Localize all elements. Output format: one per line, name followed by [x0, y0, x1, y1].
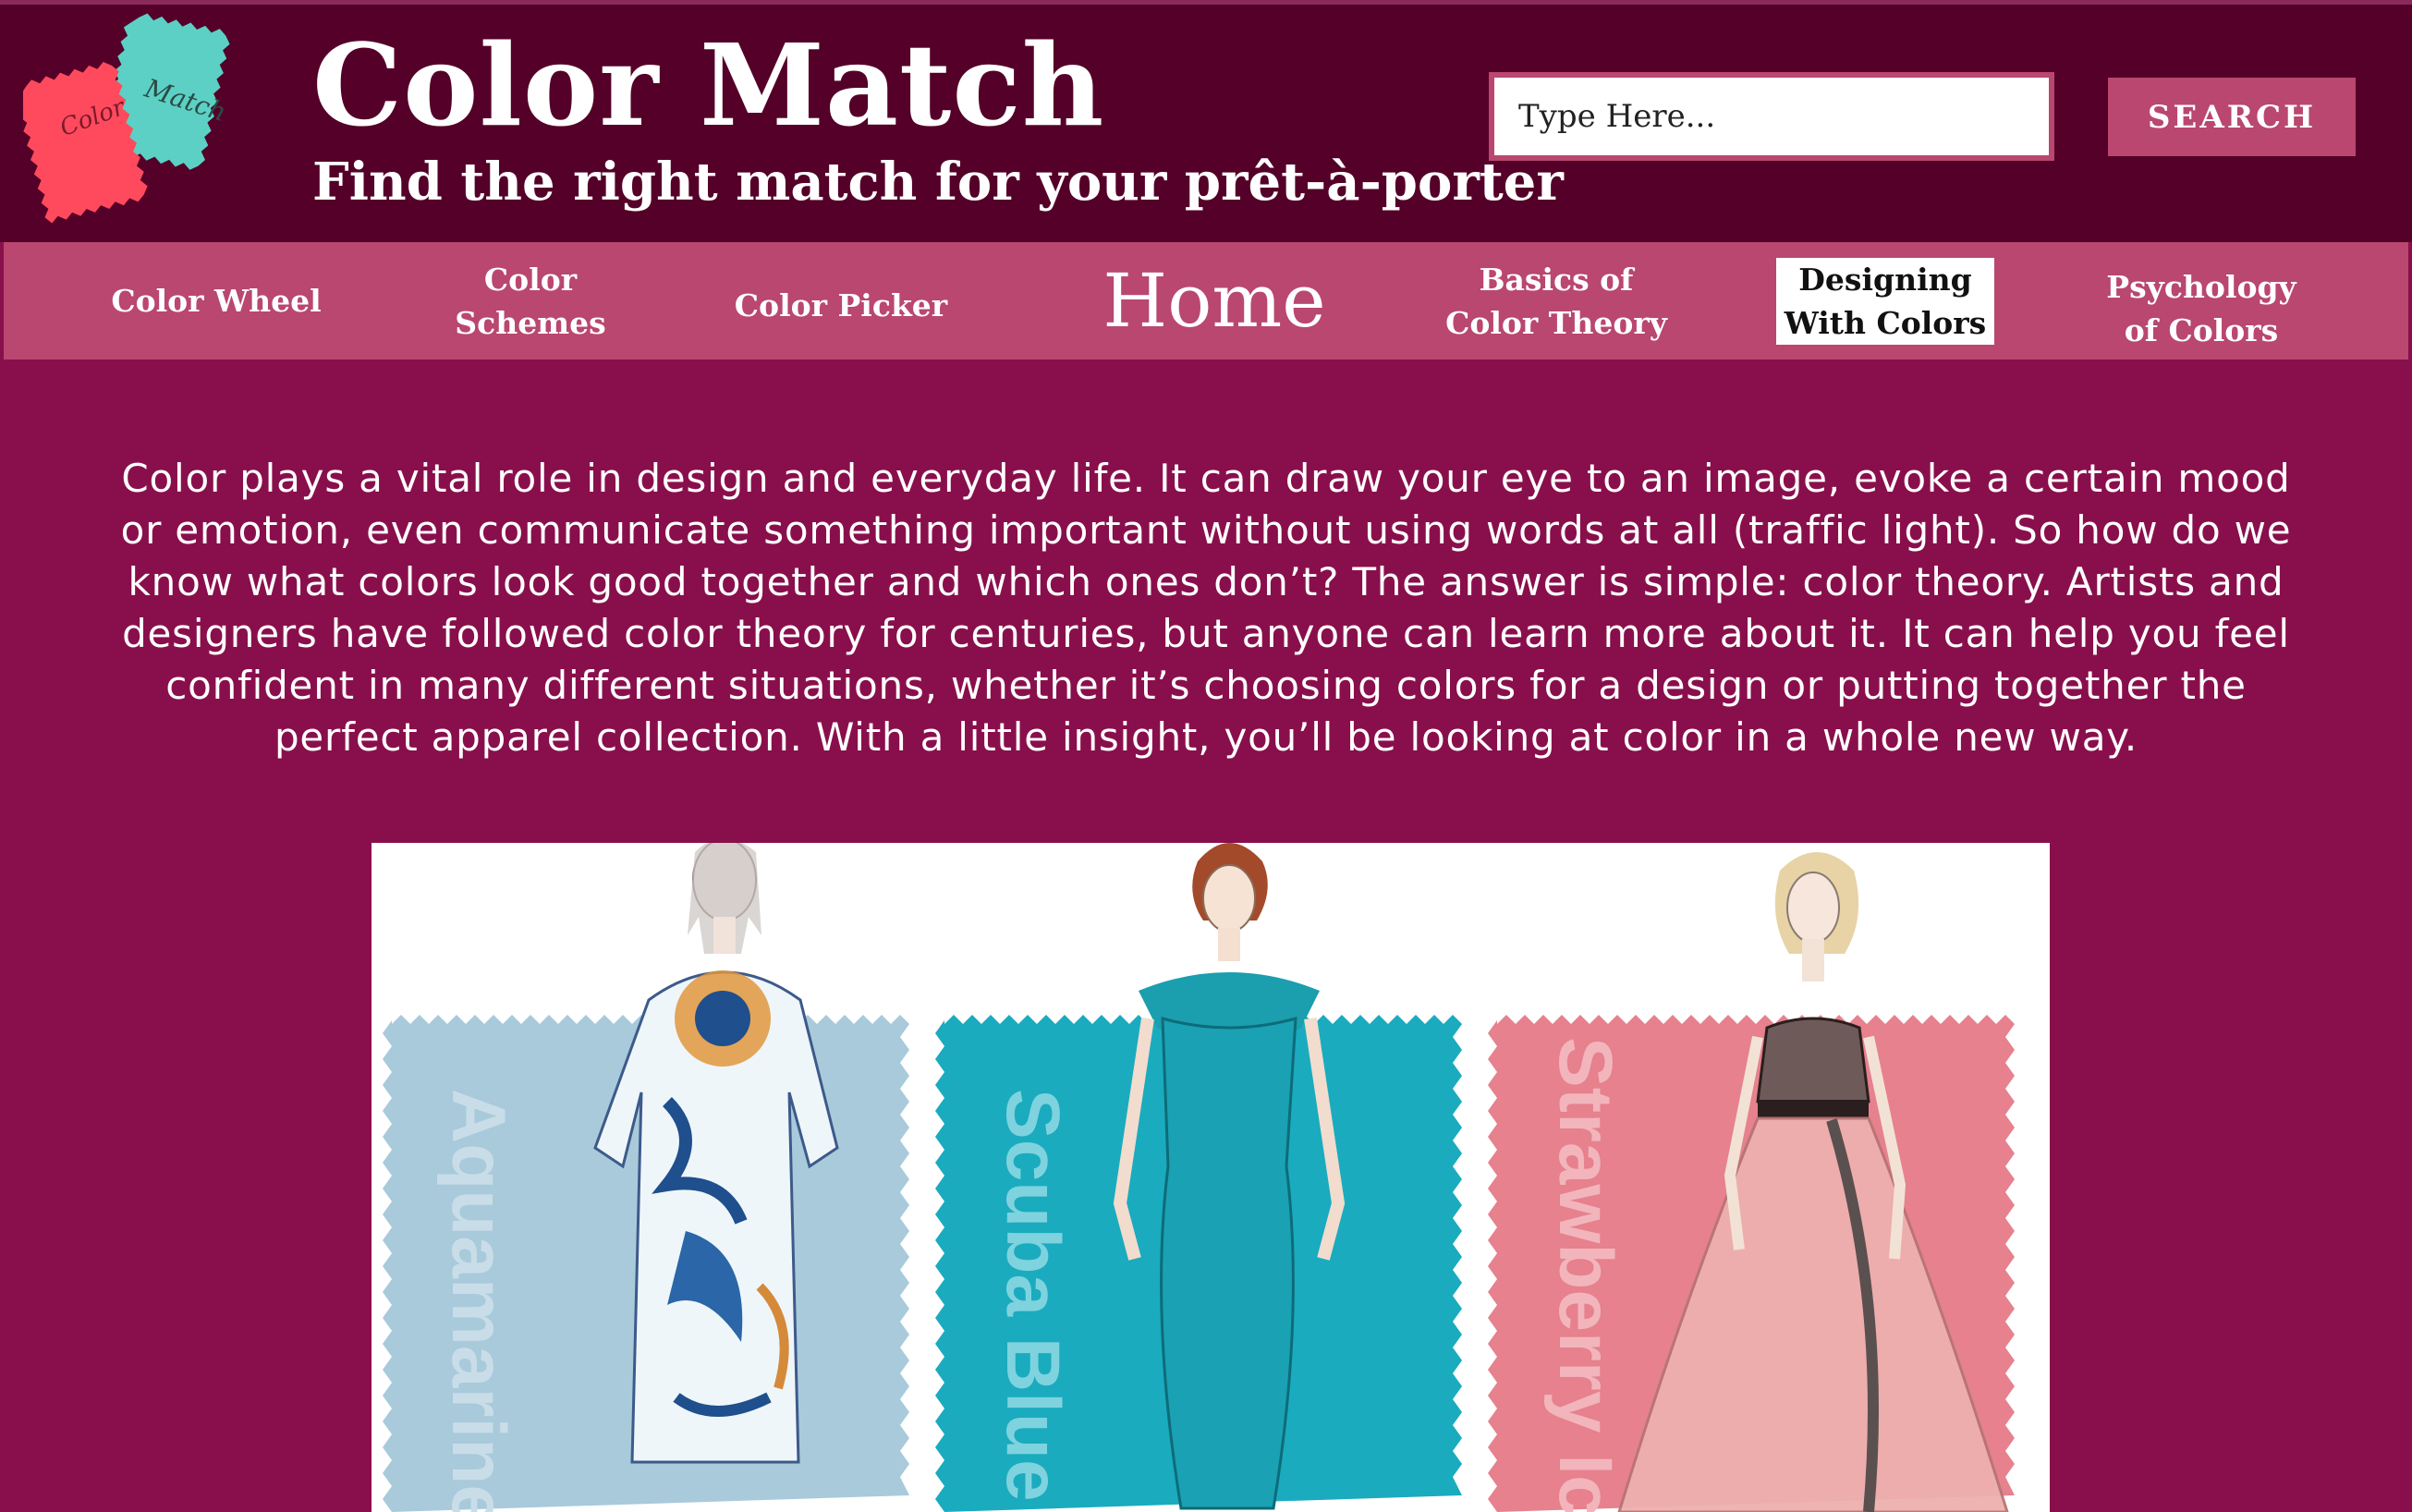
site-header: Color Match Color Match Find the right m…: [0, 0, 2412, 242]
nav-item-label: Home: [1102, 257, 1326, 344]
nav-item-color-picker[interactable]: Color Picker: [702, 242, 980, 360]
swatch-label-aquamarine: Aquamarine: [436, 1089, 520, 1512]
nav-item-label: Color Wheel: [111, 283, 322, 319]
nav-item-label: Basics of Color Theory: [1445, 261, 1667, 341]
search-input[interactable]: [1489, 72, 2054, 161]
site-title: Color Match: [312, 18, 1105, 152]
nav-item-psychology-of-colors[interactable]: Psychology of Colors: [2063, 242, 2340, 360]
nav-item-label: Color Picker: [734, 287, 948, 323]
search-button[interactable]: SEARCH: [2108, 78, 2356, 156]
main-nav: Color Wheel Color Schemes Color Picker H…: [4, 242, 2408, 360]
nav-item-label: Designing With Colors: [1775, 257, 1995, 345]
swatch-label-strawberry-ice: Strawberry Ice: [1543, 1037, 1627, 1512]
fashion-swatches-image: Aquamarine Scuba Blue Strawberry Ice: [372, 843, 2050, 1512]
nav-item-label: Psychology of Colors: [2106, 268, 2296, 348]
color-match-logo[interactable]: Color Match: [23, 12, 263, 243]
nav-item-label: Color Schemes: [455, 261, 606, 341]
site-subtitle: Find the right match for your prêt-à-por…: [312, 152, 1564, 213]
nav-item-designing-with-colors[interactable]: Designing With Colors: [1747, 242, 2024, 360]
nav-item-basics-of-color-theory[interactable]: Basics of Color Theory: [1418, 242, 1695, 360]
nav-item-color-wheel[interactable]: Color Wheel: [78, 242, 355, 360]
intro-paragraph: Color plays a vital role in design and e…: [120, 456, 2292, 760]
nav-item-home[interactable]: Home: [1057, 242, 1371, 360]
nav-item-color-schemes[interactable]: Color Schemes: [392, 242, 669, 360]
swatch-label-scuba-blue: Scuba Blue: [991, 1089, 1075, 1502]
